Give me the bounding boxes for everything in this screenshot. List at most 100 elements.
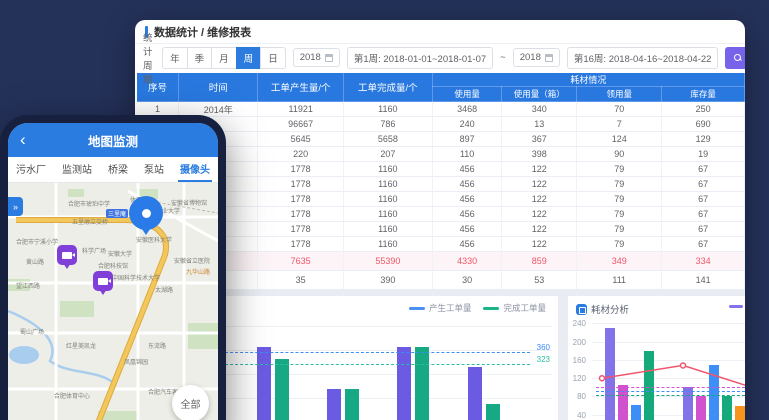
map-view[interactable]: 合肥市琥珀中学体育馆安徽农业大学安徽省博物馆五里墩立交桥合肥市宁溪小学安徽医科大… xyxy=(8,183,218,420)
chart-bar xyxy=(257,347,271,420)
year-end-value: 2018 xyxy=(520,52,541,63)
report-table: 序号时间工单产生量/个工单完成量/个耗材情况使用量使用量（箱）领用量库存量 12… xyxy=(137,73,745,290)
table-cell: 79 xyxy=(577,177,662,192)
period-option-月[interactable]: 月 xyxy=(211,47,237,69)
period-segment: 年季月周日 xyxy=(162,47,286,69)
table-cell: 90 xyxy=(577,147,662,162)
reference-line-label: 323 xyxy=(537,355,550,364)
page: { "breadcrumb": "数据统计 / 维修报表", "filters"… xyxy=(0,0,769,420)
table-cell: 1778 xyxy=(258,207,343,222)
table-cell: 456 xyxy=(432,222,502,237)
table-row: 177811604561227967 xyxy=(137,222,745,237)
show-all-button[interactable]: 全部 xyxy=(172,385,209,420)
period-option-年[interactable]: 年 xyxy=(162,47,188,69)
phone-tab-泵站[interactable]: 泵站 xyxy=(142,157,166,182)
table-cell: 7635 xyxy=(258,252,343,271)
table-cell: 1160 xyxy=(343,102,432,117)
calendar-icon xyxy=(545,54,553,62)
legend-item: 产生工单量 xyxy=(409,302,472,314)
table-cell: 7 xyxy=(577,117,662,132)
reference-line xyxy=(225,364,530,365)
table-row: 177811604561227967 xyxy=(137,207,745,222)
table-cell: 240 xyxy=(432,117,502,132)
reference-line xyxy=(225,352,530,353)
col-subheader-1: 使用量（箱） xyxy=(502,87,577,102)
expand-panel-chip[interactable]: » xyxy=(8,197,23,216)
legend-swatch xyxy=(409,307,425,310)
dashboard-window: 数据统计 / 维修报表 统计周期: 年季月周日 2018 第1周: 2018-0… xyxy=(135,20,745,420)
selected-map-pin[interactable] xyxy=(129,196,163,230)
table-cell: 220 xyxy=(258,147,343,162)
report-table-header: 序号时间工单产生量/个工单完成量/个耗材情况使用量使用量（箱）领用量库存量 xyxy=(137,73,745,102)
table-cell: 13 xyxy=(502,117,577,132)
table-cell: 859 xyxy=(502,252,577,271)
back-chevron-icon[interactable]: ‹ xyxy=(20,133,26,147)
map-label: 太湖路 xyxy=(155,285,173,294)
charts-row: 产生工单量完成工单量 360323 耗材分析 2402001601208040 xyxy=(135,290,745,420)
table-cell: 11921 xyxy=(258,102,343,117)
camera-marker[interactable] xyxy=(93,271,113,291)
year-start-select[interactable]: 2018 xyxy=(293,48,340,67)
row-total: 合计7635553904330859349334 xyxy=(137,252,745,271)
camera-marker[interactable] xyxy=(57,245,77,265)
chart-bar xyxy=(468,367,482,420)
phone-tab-监测站[interactable]: 监测站 xyxy=(60,157,94,182)
table-cell: 456 xyxy=(432,177,502,192)
table-cell: 141 xyxy=(662,271,745,290)
table-cell: 1778 xyxy=(258,222,343,237)
chart-bar xyxy=(644,351,654,420)
table-cell: 4330 xyxy=(432,252,502,271)
table-row: 177811604561227967 xyxy=(137,177,745,192)
year-end-select[interactable]: 2018 xyxy=(513,48,560,67)
reference-line-label: 360 xyxy=(537,343,550,352)
map-label: 合肥市琥珀中学 xyxy=(68,199,110,208)
map-label: 合肥市宁溪小学 xyxy=(16,237,58,246)
table-cell: 897 xyxy=(432,132,502,147)
map-label: 中国科学技术大学 xyxy=(112,273,160,282)
consumable-chart-title: 耗材分析 xyxy=(576,302,629,316)
table-cell: 67 xyxy=(662,177,745,192)
table-cell: 398 xyxy=(502,147,577,162)
week-start-value: 第1周: 2018-01-01~2018-01-07 xyxy=(354,51,486,65)
query-button[interactable]: 查询 xyxy=(725,47,745,69)
chart-bar xyxy=(722,396,732,420)
table-cell: 53 xyxy=(502,271,577,290)
table-cell: 456 xyxy=(432,237,502,252)
chart-bar xyxy=(605,328,615,420)
chart-bar xyxy=(683,387,693,420)
table-cell: 111 xyxy=(577,271,662,290)
map-label: 红星美凯龙 xyxy=(66,341,96,350)
chart-bar xyxy=(631,405,641,420)
year-start-value: 2018 xyxy=(300,52,321,63)
table-cell: 1160 xyxy=(343,222,432,237)
breadcrumb: 数据统计 / 维修报表 xyxy=(135,20,745,44)
reference-line xyxy=(596,395,745,396)
table-cell: 349 xyxy=(577,252,662,271)
calendar-icon xyxy=(325,54,333,62)
table-cell: 1778 xyxy=(258,162,343,177)
col-subheader-2: 领用量 xyxy=(577,87,662,102)
table-cell: 122 xyxy=(502,177,577,192)
phone-tab-桥梁[interactable]: 桥梁 xyxy=(106,157,130,182)
phone-tab-摄像头[interactable]: 摄像头 xyxy=(178,157,212,182)
table-cell: 1778 xyxy=(258,237,343,252)
mobile-phone: ‹ 地图监测 污水厂监测站桥梁泵站摄像头 xyxy=(0,115,226,420)
phone-tab-污水厂[interactable]: 污水厂 xyxy=(14,157,48,182)
period-label: 统计周期: xyxy=(143,30,155,86)
table-cell: 5645 xyxy=(258,132,343,147)
week-start-input[interactable]: 第1周: 2018-01-01~2018-01-07 xyxy=(347,47,493,69)
table-header-row: 序号时间工单产生量/个工单完成量/个耗材情况 xyxy=(137,73,745,87)
period-option-周[interactable]: 周 xyxy=(236,47,262,69)
col-header-time: 时间 xyxy=(178,73,257,102)
map-label: 东流路 xyxy=(148,341,166,350)
map-label: 合肥科技馆 xyxy=(98,261,128,270)
table-cell: 3468 xyxy=(432,102,502,117)
table-cell: 5658 xyxy=(343,132,432,147)
table-cell: 786 xyxy=(343,117,432,132)
week-end-value: 第16周: 2018-04-16~2018-04-22 xyxy=(574,51,712,65)
period-option-季[interactable]: 季 xyxy=(187,47,213,69)
chart-bar xyxy=(345,389,359,420)
period-option-日[interactable]: 日 xyxy=(260,47,286,69)
table-cell: 67 xyxy=(662,192,745,207)
week-end-input[interactable]: 第16周: 2018-04-16~2018-04-22 xyxy=(567,47,719,69)
